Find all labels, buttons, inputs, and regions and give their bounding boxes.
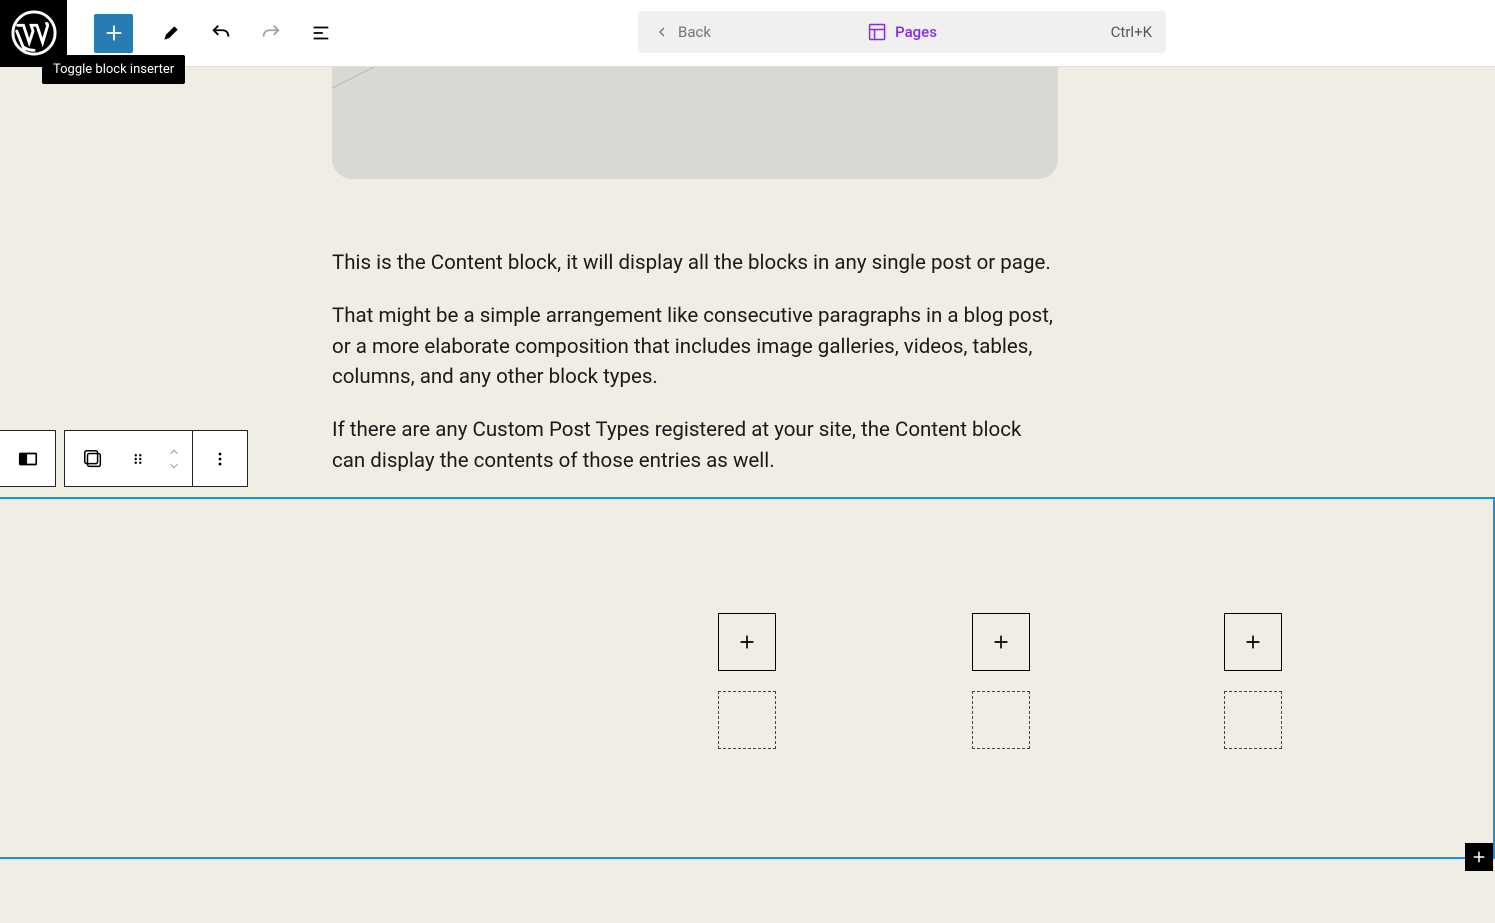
chevron-left-icon bbox=[654, 24, 670, 40]
drag-handle[interactable] bbox=[120, 431, 156, 486]
block-type-button[interactable] bbox=[0, 431, 55, 486]
empty-block-placeholder[interactable] bbox=[972, 691, 1030, 749]
layout-icon bbox=[867, 22, 887, 42]
post-content-block[interactable]: This is the Content block, it will displ… bbox=[332, 248, 1057, 499]
undo-icon bbox=[210, 22, 232, 44]
block-appender-button[interactable] bbox=[1465, 843, 1493, 871]
editor-canvas: This is the Content block, it will displ… bbox=[0, 67, 1495, 923]
select-parent-button[interactable] bbox=[65, 431, 120, 486]
document-bar[interactable]: Back Pages Ctrl+K bbox=[638, 11, 1166, 53]
block-options-button[interactable] bbox=[192, 431, 247, 486]
content-paragraph[interactable]: That might be a simple arrangement like … bbox=[332, 301, 1057, 393]
add-block-button[interactable] bbox=[718, 613, 776, 671]
add-block-button[interactable] bbox=[972, 613, 1030, 671]
redo-button bbox=[249, 11, 293, 55]
document-title-label: Pages bbox=[895, 23, 937, 41]
content-paragraph[interactable]: This is the Content block, it will displ… bbox=[332, 248, 1057, 279]
plus-icon bbox=[1470, 848, 1488, 866]
chevron-down-icon bbox=[167, 459, 181, 473]
document-overview-button[interactable] bbox=[299, 11, 343, 55]
back-button[interactable]: Back bbox=[654, 23, 711, 41]
group-icon bbox=[82, 448, 104, 470]
add-block-button[interactable] bbox=[1224, 613, 1282, 671]
editor-top-toolbar: Back Pages Ctrl+K bbox=[0, 0, 1495, 67]
content-paragraph[interactable]: If there are any Custom Post Types regis… bbox=[332, 415, 1057, 477]
plus-icon bbox=[990, 631, 1012, 653]
block-toolbar-group bbox=[64, 430, 248, 487]
inserter-tooltip: Toggle block inserter bbox=[42, 55, 185, 84]
undo-button[interactable] bbox=[199, 11, 243, 55]
command-shortcut: Ctrl+K bbox=[1111, 23, 1152, 41]
empty-block-placeholder[interactable] bbox=[1224, 691, 1282, 749]
plus-icon bbox=[1242, 631, 1264, 653]
columns-icon bbox=[17, 448, 39, 470]
plus-icon bbox=[736, 631, 758, 653]
block-toolbar-group bbox=[0, 430, 56, 487]
chevron-up-icon bbox=[167, 445, 181, 459]
tools-button[interactable] bbox=[149, 11, 193, 55]
selected-columns-block[interactable] bbox=[0, 497, 1495, 859]
list-view-icon bbox=[310, 22, 332, 44]
pencil-icon bbox=[161, 23, 181, 43]
move-buttons[interactable] bbox=[156, 431, 192, 486]
redo-icon bbox=[260, 22, 282, 44]
more-vertical-icon bbox=[210, 449, 230, 469]
document-title[interactable]: Pages bbox=[867, 22, 937, 42]
back-label: Back bbox=[678, 23, 711, 41]
empty-block-placeholder[interactable] bbox=[718, 691, 776, 749]
drag-icon bbox=[129, 450, 147, 468]
block-toolbar bbox=[0, 430, 256, 487]
toggle-block-inserter-button[interactable] bbox=[94, 14, 133, 53]
featured-image-placeholder[interactable] bbox=[332, 67, 1058, 179]
plus-icon bbox=[103, 22, 125, 44]
wordpress-icon bbox=[11, 10, 57, 56]
